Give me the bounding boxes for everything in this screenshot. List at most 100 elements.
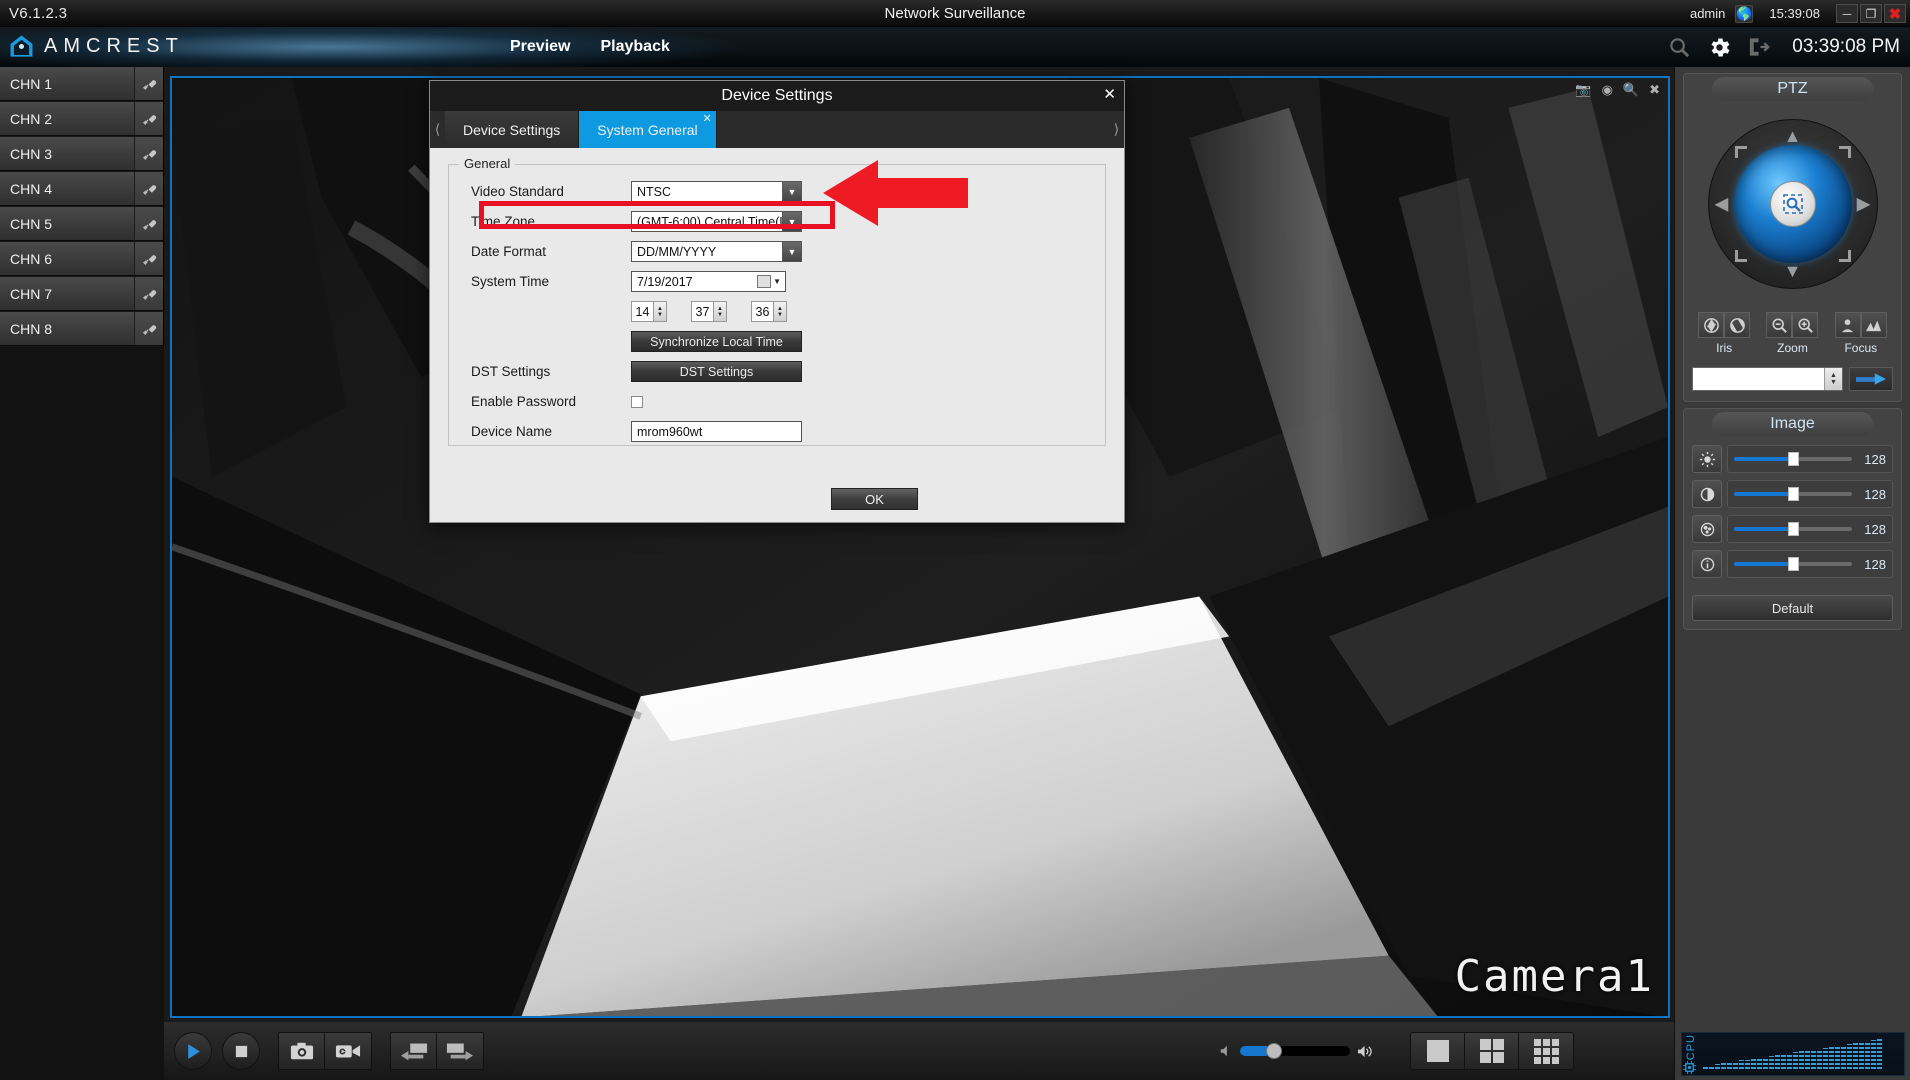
dst-settings-button[interactable]: DST Settings <box>631 361 802 382</box>
tab-close-icon[interactable]: ✕ <box>702 112 711 125</box>
sidebar-item-channel-2[interactable]: CHN 2 <box>0 102 163 136</box>
image-slider[interactable]: 128 <box>1727 515 1893 543</box>
contrast-icon[interactable] <box>1692 480 1722 508</box>
ptz-center-button[interactable] <box>1769 181 1816 227</box>
ptz-down-right-icon[interactable] <box>1838 250 1851 262</box>
hue-icon[interactable] <box>1692 550 1722 578</box>
sidebar-item-channel-8[interactable]: CHN 8 <box>0 312 163 346</box>
record-icon[interactable]: ◉ <box>1602 82 1613 98</box>
zoom-out-icon[interactable] <box>1766 312 1793 338</box>
sidebar-item-channel-7[interactable]: CHN 7 <box>0 277 163 311</box>
plug-icon[interactable] <box>134 207 163 240</box>
minute-stepper[interactable]: 37 ▲ ▼ <box>691 301 727 322</box>
previous-page-button[interactable] <box>391 1033 437 1069</box>
sidebar-item-channel-5[interactable]: CHN 5 <box>0 207 163 241</box>
ptz-ring[interactable]: ▲ ▼ ◀ ▶ <box>1707 119 1878 289</box>
next-page-button[interactable] <box>437 1033 483 1069</box>
snapshot-button[interactable] <box>279 1033 325 1069</box>
digital-zoom-icon[interactable]: 🔍 <box>1623 82 1639 98</box>
calendar-icon[interactable] <box>757 275 772 288</box>
speaker-icon[interactable] <box>1357 1044 1374 1059</box>
ptz-down-left-icon[interactable] <box>1734 250 1747 262</box>
gear-icon[interactable] <box>1706 34 1732 60</box>
plug-icon[interactable] <box>134 102 163 135</box>
dialog-close-button[interactable]: ✕ <box>1103 85 1116 103</box>
layout-3x3-button[interactable] <box>1519 1033 1573 1069</box>
slider-knob[interactable] <box>1788 557 1800 571</box>
close-icon[interactable]: ✖ <box>1649 82 1660 98</box>
plug-icon[interactable] <box>134 312 163 345</box>
image-slider[interactable]: 128 <box>1727 550 1893 578</box>
chevron-down-icon[interactable]: ▼ <box>782 182 801 201</box>
plug-icon[interactable] <box>134 277 163 310</box>
slider-track[interactable] <box>1734 452 1852 466</box>
image-slider[interactable]: 128 <box>1727 445 1893 473</box>
iris-plus-icon[interactable] <box>1724 312 1751 338</box>
speaker-mute-icon[interactable] <box>1219 1044 1233 1058</box>
plug-icon[interactable] <box>134 67 163 100</box>
nav-playback[interactable]: Playback <box>600 38 669 56</box>
ptz-up-right-icon[interactable] <box>1838 146 1851 158</box>
slider-track[interactable] <box>1734 557 1852 571</box>
iris-minus-icon[interactable] <box>1698 312 1725 338</box>
date-format-select[interactable]: DD/MM/YYYY ▼ <box>631 241 802 262</box>
nav-preview[interactable]: Preview <box>510 38 570 56</box>
record-button[interactable] <box>325 1033 371 1069</box>
chevron-down-icon[interactable]: ▼ <box>773 277 781 286</box>
slider-track[interactable] <box>1734 522 1852 536</box>
search-icon[interactable] <box>1666 34 1692 60</box>
focus-far-icon[interactable] <box>1860 312 1887 338</box>
tab-scroll-right-icon[interactable]: ⟩ <box>1109 111 1124 148</box>
sidebar-item-channel-3[interactable]: CHN 3 <box>0 137 163 171</box>
volume-control[interactable] <box>1219 1043 1374 1059</box>
chevron-down-icon[interactable]: ▼ <box>782 212 801 231</box>
image-default-button[interactable]: Default <box>1692 595 1893 621</box>
ptz-preset-stepper[interactable]: ▲ ▼ <box>1824 368 1842 390</box>
zoom-in-icon[interactable] <box>1792 312 1819 338</box>
slider-knob[interactable] <box>1788 452 1800 466</box>
image-slider[interactable]: 128 <box>1727 480 1893 508</box>
ptz-joystick[interactable] <box>1733 145 1852 263</box>
tab-system-general[interactable]: System General ✕ <box>579 111 717 148</box>
slider-knob[interactable] <box>1788 522 1800 536</box>
brightness-icon[interactable] <box>1692 445 1722 473</box>
minute-stepper-arrows[interactable]: ▲ ▼ <box>713 302 726 321</box>
second-stepper-arrows[interactable]: ▲ ▼ <box>773 302 786 321</box>
plug-icon[interactable] <box>134 172 163 205</box>
ptz-go-button[interactable] <box>1849 367 1893 391</box>
globe-icon[interactable]: 🌎 <box>1735 4 1754 23</box>
enable-password-checkbox[interactable] <box>631 395 643 408</box>
plug-icon[interactable] <box>134 137 163 170</box>
tab-scroll-left-icon[interactable]: ⟨ <box>430 111 445 148</box>
stop-button[interactable] <box>222 1032 260 1070</box>
volume-knob[interactable] <box>1266 1043 1283 1059</box>
ok-button[interactable]: OK <box>831 488 918 510</box>
system-time-date-picker[interactable]: 7/19/2017 ▼ <box>631 271 786 292</box>
restore-button[interactable]: ❐ <box>1860 4 1882 23</box>
slider-track[interactable] <box>1734 487 1852 501</box>
tab-device-settings[interactable]: Device Settings <box>445 111 580 148</box>
saturation-icon[interactable] <box>1692 515 1722 543</box>
volume-slider[interactable] <box>1240 1043 1350 1059</box>
second-stepper[interactable]: 36 ▲ ▼ <box>751 301 787 322</box>
ptz-right-icon[interactable]: ▶ <box>1857 194 1871 215</box>
video-standard-select[interactable]: NTSC ▼ <box>631 181 802 202</box>
chevron-down-icon[interactable]: ▼ <box>782 242 801 261</box>
logout-icon[interactable] <box>1746 34 1772 60</box>
synchronize-local-time-button[interactable]: Synchronize Local Time <box>631 331 802 352</box>
device-name-input[interactable]: mrom960wt <box>631 421 802 442</box>
layout-2x2-button[interactable] <box>1465 1033 1519 1069</box>
focus-near-icon[interactable] <box>1834 312 1861 338</box>
sidebar-item-channel-4[interactable]: CHN 4 <box>0 172 163 206</box>
play-button[interactable] <box>174 1032 212 1070</box>
slider-knob[interactable] <box>1788 487 1800 501</box>
ptz-down-icon[interactable]: ▼ <box>1784 261 1802 282</box>
layout-1x1-button[interactable] <box>1411 1033 1465 1069</box>
minimize-button[interactable]: ─ <box>1836 4 1858 23</box>
close-button[interactable]: ✖ <box>1884 4 1906 23</box>
hour-stepper-arrows[interactable]: ▲ ▼ <box>653 302 666 321</box>
plug-icon[interactable] <box>134 242 163 275</box>
ptz-up-left-icon[interactable] <box>1734 146 1747 158</box>
time-zone-select[interactable]: (GMT-6:00) Central Time(US&C ▼ <box>631 211 802 232</box>
snapshot-icon[interactable]: 📷 <box>1575 82 1591 98</box>
